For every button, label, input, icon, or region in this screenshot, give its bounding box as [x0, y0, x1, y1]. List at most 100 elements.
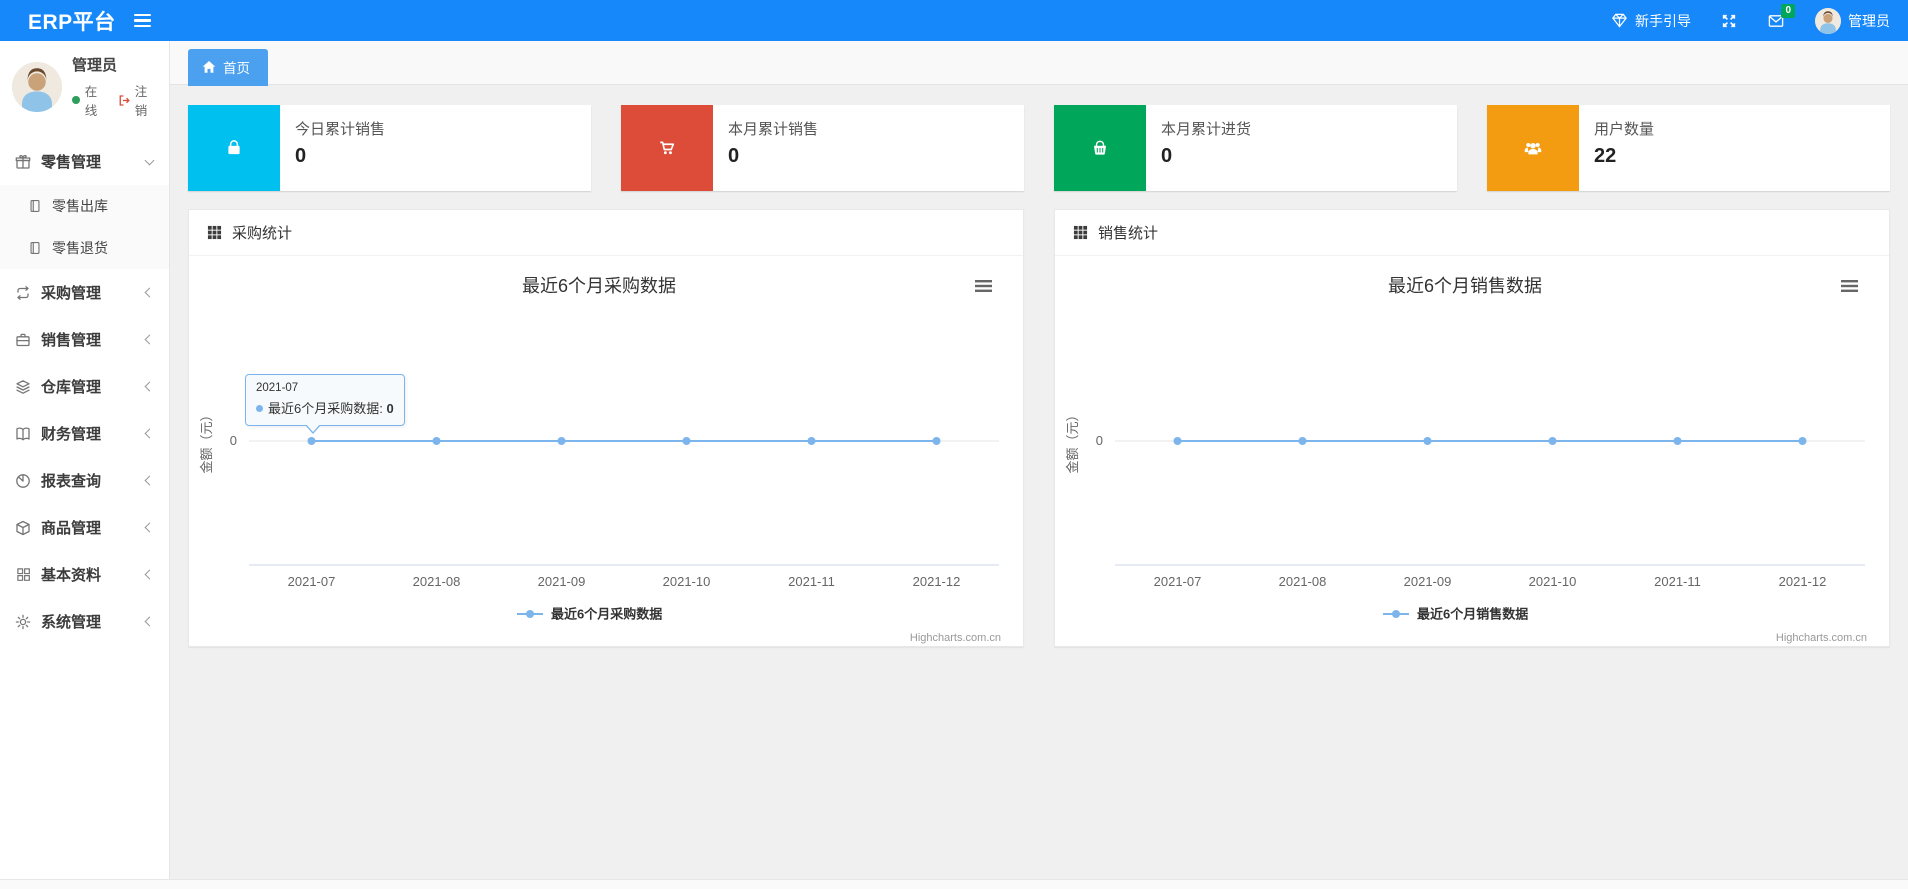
- stat-card-body: 用户数量 22: [1579, 105, 1669, 191]
- chevron-left-icon: [144, 569, 155, 580]
- sidebar: 管理员 在线 注销 零售管理零售出库零售退货 采购管理 销售管理仓库管理财务管理报表…: [0, 41, 170, 879]
- sidebar-subitem-零售退货[interactable]: 零售退货: [0, 227, 169, 269]
- panel-header: 销售统计: [1055, 210, 1889, 256]
- online-status-dot: [72, 96, 80, 104]
- x-axis-label: 2021-10: [1529, 574, 1577, 589]
- chart-tooltip: 2021-07 最近6个月采购数据: 0: [245, 374, 405, 434]
- sidebar-item-label: 系统管理: [41, 614, 102, 631]
- legend-item[interactable]: 最近6个月销售数据: [1383, 607, 1528, 622]
- data-point: [807, 437, 816, 445]
- sidebar-item-财务管理[interactable]: 财务管理: [0, 410, 169, 457]
- x-axis-label: 2021-10: [663, 574, 711, 589]
- gift-icon: [14, 153, 32, 171]
- x-axis-label: 2021-12: [1779, 574, 1827, 589]
- y-axis-title: 金额（元）: [199, 408, 214, 473]
- sidebar-subitem-零售出库[interactable]: 零售出库: [0, 185, 169, 227]
- stat-card-value: 22: [1594, 145, 1617, 167]
- expand-icon: [1721, 13, 1737, 29]
- stat-card-body: 今日累计销售 0: [280, 105, 400, 191]
- sidebar-item-报表查询[interactable]: 报表查询: [0, 457, 169, 504]
- highcharts-watermark: Highcharts.com.cn: [910, 632, 1001, 644]
- tooltip-arrow: [304, 423, 321, 432]
- user-menu[interactable]: 管理员: [1815, 7, 1890, 34]
- tab-home[interactable]: 首页: [188, 49, 268, 86]
- panel-title: 采购统计: [232, 225, 293, 242]
- data-point: [932, 437, 941, 445]
- stat-card-label: 本月累计销售: [728, 121, 819, 138]
- sidebar-item-采购管理[interactable]: 采购管理: [0, 269, 169, 316]
- sidebar-item-label: 仓库管理: [41, 379, 102, 396]
- book-icon: [14, 425, 32, 443]
- sidebar-item-label: 商品管理: [41, 520, 102, 537]
- x-axis-label: 2021-07: [1154, 574, 1202, 589]
- sidebar-item-仓库管理[interactable]: 仓库管理: [0, 363, 169, 410]
- x-axis-label: 2021-08: [1279, 574, 1327, 589]
- chart-svg: 最近6个月采购数据金额（元） 02021-07 2021-08 2021-09 2021…: [199, 276, 1001, 644]
- stat-card-value: 0: [1161, 145, 1173, 167]
- stat-card-label: 用户数量: [1594, 121, 1655, 138]
- purchase-chart: 最近6个月采购数据 金额（元） 0 2021-07 2021-08 2021-09 2021…: [189, 256, 1023, 646]
- main-area: 首页 今日累计销售 0 本月累计销售 0 本月累计进货 0 用户数量 22 采购统计 最近6个…: [170, 41, 1908, 879]
- sidebar-item-销售管理[interactable]: 销售管理: [0, 316, 169, 363]
- sidebar-submenu: 零售出库零售退货: [0, 185, 169, 269]
- stat-card-body: 本月累计进货 0: [1146, 105, 1266, 191]
- stat-card-本月累计进货: 本月累计进货 0: [1054, 105, 1457, 191]
- chevron-left-icon: [144, 616, 155, 627]
- data-point: [1298, 437, 1307, 445]
- data-point: [1423, 437, 1432, 445]
- chart-title: 最近6个月采购数据: [522, 276, 676, 296]
- grid-icon: [14, 566, 32, 584]
- stat-card-label: 今日累计销售: [295, 121, 386, 138]
- home-icon: [202, 61, 216, 73]
- sidebar-subitem-label: 零售出库: [52, 198, 108, 214]
- chart-svg: 最近6个月销售数据金额（元） 02021-07 2021-08 2021-09 2021…: [1065, 276, 1867, 644]
- chevron-left-icon: [144, 522, 155, 533]
- data-point: [1673, 437, 1682, 445]
- tooltip-value: 0: [386, 401, 394, 416]
- mail-badge: 0: [1781, 4, 1795, 18]
- chevron-left-icon: [144, 428, 155, 439]
- panel-title: 销售统计: [1098, 225, 1159, 242]
- sidebar-toggle-icon[interactable]: [133, 13, 151, 28]
- file-icon: [26, 197, 44, 215]
- shopping-bag-icon: [225, 139, 243, 157]
- sidebar-user-panel: 管理员 在线 注销: [0, 41, 169, 132]
- box-icon: [14, 519, 32, 537]
- sidebar-item-商品管理[interactable]: 商品管理: [0, 504, 169, 551]
- mail-button[interactable]: 0: [1767, 4, 1795, 29]
- chevron-down-icon: [144, 155, 155, 165]
- legend-label: 最近6个月销售数据: [1417, 607, 1528, 622]
- layers-icon: [14, 378, 32, 396]
- data-point: [1173, 437, 1182, 445]
- data-point: [1798, 437, 1807, 445]
- cart-icon-box: [621, 105, 713, 191]
- file-icon: [26, 239, 44, 257]
- legend-item[interactable]: 最近6个月采购数据: [517, 607, 662, 622]
- panel-header: 采购统计: [189, 210, 1023, 256]
- chart-context-menu-icon[interactable]: [975, 280, 992, 292]
- x-axis-label: 2021-07: [288, 574, 336, 589]
- x-axis-label: 2021-08: [413, 574, 461, 589]
- basket-icon: [1091, 139, 1109, 157]
- panels-row: 采购统计 最近6个月采购数据 金额（元） 0 2021-07 2021-08 2021-0…: [188, 209, 1890, 647]
- stat-card-本月累计销售: 本月累计销售 0: [621, 105, 1024, 191]
- online-status-label: 在线: [84, 85, 98, 118]
- sidebar-item-基本资料[interactable]: 基本资料: [0, 551, 169, 598]
- purchase-stats-panel: 采购统计 最近6个月采购数据 金额（元） 0 2021-07 2021-08 2021-0…: [188, 209, 1024, 647]
- data-point: [432, 437, 441, 445]
- fullscreen-button[interactable]: [1721, 13, 1737, 29]
- data-point: [307, 437, 316, 445]
- briefcase-icon: [14, 331, 32, 349]
- stat-card-body: 本月累计销售 0: [713, 105, 833, 191]
- chart-context-menu-icon[interactable]: [1841, 280, 1858, 292]
- logout-button[interactable]: 注销: [118, 81, 159, 119]
- sales-stats-panel: 销售统计 最近6个月销售数据 金额（元） 0 2021-07 2021-08 2021-0…: [1054, 209, 1890, 647]
- brand-logo[interactable]: ERP平台: [0, 6, 116, 36]
- sidebar-item-系统管理[interactable]: 系统管理: [0, 598, 169, 645]
- y-axis-tick: 0: [230, 433, 237, 448]
- guide-button[interactable]: 新手引导: [1611, 11, 1691, 31]
- data-point: [557, 437, 566, 445]
- sidebar-item-零售管理[interactable]: 零售管理: [0, 138, 169, 185]
- sidebar-item-label: 报表查询: [41, 473, 102, 490]
- y-axis-tick: 0: [1096, 433, 1103, 448]
